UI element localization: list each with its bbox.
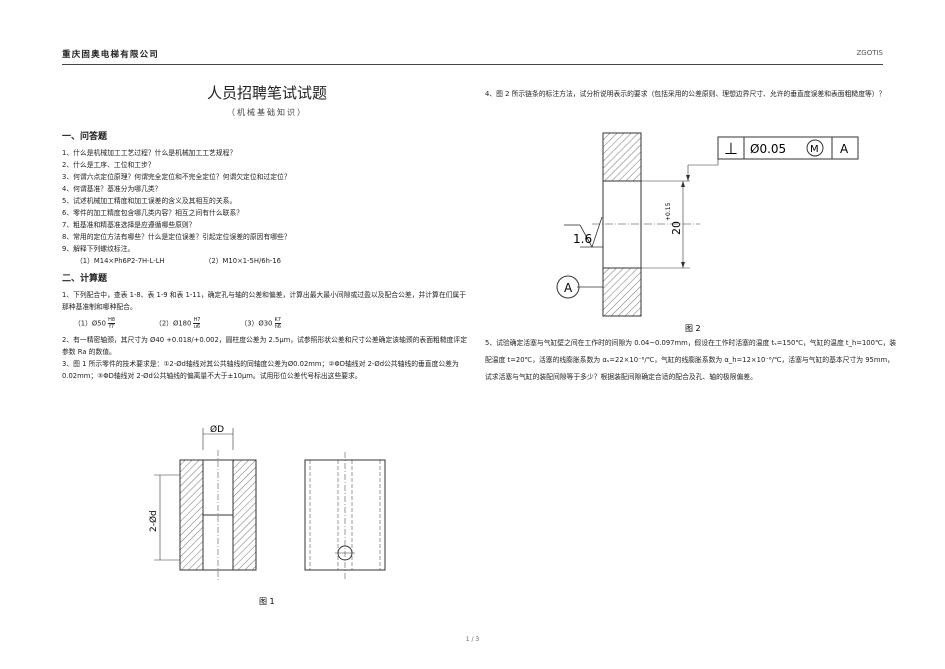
- question: 9、解释下列螺纹标注。: [62, 245, 135, 253]
- section-body-left: [179, 459, 204, 571]
- roughness-value: 1.6: [573, 232, 592, 246]
- figure-1-caption: 图 1: [259, 597, 275, 606]
- page-subtitle: （机械基础知识）: [227, 108, 307, 117]
- fit-list: （1）Ø50 H8 f7 （2）Ø180 H7 u6 （3）Ø30 K7 h6: [62, 317, 472, 330]
- part-upper: [602, 132, 642, 182]
- question: 6、零件的加工精度包含哪几类内容？相互之间有什么联系？: [62, 209, 244, 217]
- dim-value: 20: [670, 221, 683, 235]
- fcf-tolerance: Ø0.05: [750, 142, 786, 156]
- left-column: 人员招聘笔试试题 （机械基础知识） 一、问答题 1、什么是机械加工工艺过程？什么…: [62, 82, 472, 382]
- company-name: 重庆固奥电梯有限公司: [62, 50, 160, 60]
- company-code: ZGOTIS: [856, 49, 883, 57]
- section-body-right: [232, 459, 257, 571]
- roughness-symbol: 1.6: [564, 216, 603, 248]
- thread-item: （2）M10×1-5H/6h-16: [204, 257, 282, 265]
- perpendicularity-symbol: ⊥: [724, 139, 738, 158]
- question: 7、粗基准和精基准选择是应遵循哪些原则？: [62, 221, 196, 229]
- question: 1、下列配合中，查表 1-8、表 1-9 和表 1-11，确定孔与轴的公差和偏差…: [62, 291, 467, 311]
- figure-2-caption: 图 2: [685, 324, 701, 333]
- question: 8、常用的定位方法有哪些？什么是定位误差？引起定位误差的原因有哪些？: [62, 233, 291, 241]
- fcf-datum: A: [840, 142, 849, 156]
- fit-item: （3）Ø30 K7 h6: [240, 317, 281, 330]
- question: 1、什么是机械加工工艺过程？什么是机械加工工艺规程？: [62, 149, 237, 157]
- thread-items: （1）M14×Ph6P2-7H-L-LH （2）M10×1-5H/6h-16: [62, 255, 472, 267]
- page-title: 人员招聘笔试试题: [206, 84, 327, 102]
- question: 4、图 2 所示链条的标注方法，试分析说明表示的要求（包括采用的公差原则、理想边…: [485, 90, 886, 98]
- question: 4、何谓基准？基准分为哪几类？: [62, 185, 162, 193]
- page-number: 1 / 3: [465, 636, 480, 643]
- mmc-modifier: M: [810, 144, 819, 155]
- question: 5、试验确定活塞与气缸壁之间在工作时的间隙为 0.04~0.097mm，假设在工…: [485, 339, 897, 381]
- question: 2、什么是工序、工位和工步？: [62, 161, 155, 169]
- fit-item: （1）Ø50 H8 f7: [74, 317, 116, 330]
- question: 3、何谓六点定位原理？何谓完全定位和不完全定位？何谓欠定位和过定位？: [62, 173, 291, 181]
- thread-item: （1）M14×Ph6P2-7H-L-LH: [76, 257, 165, 265]
- datum-symbol: A: [556, 275, 603, 299]
- section-heading-qa: 一、问答题: [62, 132, 108, 142]
- dim-top-label: ØD: [210, 424, 224, 435]
- right-column-lower: 5、试验确定活塞与气缸壁之间在工作时的间隙为 0.04~0.097mm，假设在工…: [485, 335, 900, 386]
- fit-item: （2）Ø180 H7 u6: [155, 317, 201, 330]
- dim-side-label: 2-Ød: [148, 510, 159, 532]
- feature-control-frame: ⊥ Ø0.05 M A: [717, 136, 859, 160]
- datum-letter: A: [564, 281, 573, 295]
- part-lower: [602, 267, 642, 317]
- question: 3、图 1 所示零件的技术要求是：①2-Ød轴线对其公共轴线的同轴度公差为Ø0.…: [62, 360, 459, 380]
- dim-tolerance: +0.15: [665, 202, 672, 221]
- figure-2: 20 +0.15 ⊥ Ø0.05 M A 1.6 A 图 2: [556, 132, 859, 333]
- question: 5、试述机械加工精度和加工误差的含义及其相互的关系。: [62, 197, 237, 205]
- figure-1: ØD 2-Ød 图 1: [148, 424, 386, 606]
- right-column: 4、图 2 所示链条的标注方法，试分析说明表示的要求（包括采用的公差原则、理想边…: [485, 88, 900, 100]
- page-header: 重庆固奥电梯有限公司 ZGOTIS: [62, 48, 883, 65]
- section-heading-calc: 二、计算题: [62, 274, 108, 284]
- question: 2、有一精密轴颈，其尺寸为 Ø40 +0.018/+0.002，圆柱度公差为 2…: [62, 336, 468, 356]
